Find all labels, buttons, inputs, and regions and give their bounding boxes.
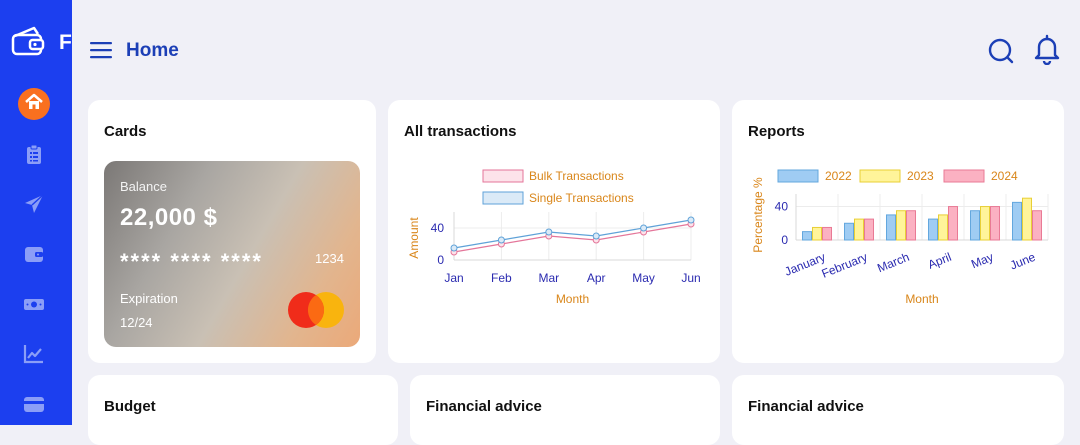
x-tick-label: Feb [491,271,512,285]
bar [844,222,854,241]
y-axis-label: Percentage % [751,177,765,253]
reports-panel: Reports 2022 2023 2024 0 40 January February Ma… [732,100,1064,363]
x-tick-label: June [1008,250,1038,273]
x-tick-label: March [875,250,911,275]
y-tick-label: 0 [437,253,444,267]
transactions-line-chart: Bulk Transactions Single Transactions 0 40 J… [407,169,701,306]
x-axis-label: Month [556,292,589,306]
budget-panel: Budget [88,375,398,445]
sidebar-item-send[interactable] [22,192,46,216]
x-tick-label: May [969,250,995,271]
sidebar-item-money[interactable] [22,292,46,316]
bar [896,210,906,241]
home-icon [24,92,44,117]
clipboard-icon [27,144,41,164]
cards-title: Cards [104,123,147,140]
money-icon [24,299,44,310]
sidebar-item-cards[interactable] [22,392,46,416]
data-point [640,224,648,232]
wallet-icon [25,247,43,262]
search-icon[interactable] [987,37,1015,70]
data-point [545,228,553,236]
legend-label: 2022 [825,169,852,183]
y-axis-label: Amount [407,217,421,259]
bar [822,226,832,241]
page-title: Home [126,40,179,61]
sidebar-item-analytics[interactable] [22,342,46,366]
data-point [450,244,458,252]
bar [802,231,812,241]
financial-advice-panel-1: Financial advice [410,375,720,445]
balance-value: 22,000 $ [120,204,218,231]
sidebar: F [0,0,72,425]
transactions-panel: All transactions Bulk Transactions Single… [388,100,720,363]
bar [906,210,916,241]
bar [886,214,896,241]
bar [928,218,938,241]
x-tick-label: Apr [587,271,606,285]
trend-chart-icon [23,345,43,364]
bank-card[interactable]: Balance 22,000 $ **** **** **** 1234 Exp… [104,161,360,347]
data-point [687,216,695,224]
y-tick-label: 0 [781,233,788,247]
hamburger-menu-icon[interactable] [90,41,112,64]
bar [980,206,990,241]
data-point [592,232,600,240]
financial-advice-panel-2: Financial advice [732,375,1064,445]
credit-card-icon [24,397,44,412]
series-line [453,219,692,249]
y-tick-label: 40 [431,221,445,235]
brand-name: F [59,31,72,54]
sidebar-item-home[interactable] [18,88,50,120]
data-point [497,236,505,244]
x-tick-label: January [783,250,828,279]
masked-card-number: **** **** **** [120,249,263,274]
bar [1022,197,1032,241]
bar [854,218,864,241]
financial-advice-title: Financial advice [426,398,542,415]
x-tick-label: Jun [681,271,700,285]
reports-bar-chart: 2022 2023 2024 0 40 JanuaryFebruary March April… [751,169,1049,306]
y-tick-label: 40 [775,200,789,214]
financial-advice-title: Financial advice [748,398,864,415]
cards-panel: Cards Balance 22,000 $ **** **** **** 12… [88,100,376,363]
bar [938,214,948,241]
mastercard-logo-icon [287,291,345,334]
x-tick-label: Jan [444,271,463,285]
sidebar-item-wallet[interactable] [22,242,46,266]
x-tick-label: Mar [538,271,559,285]
bar [990,206,1000,241]
legend-label: 2024 [991,169,1018,183]
legend-swatch [482,191,524,205]
wallet-icon [10,24,46,63]
legend-label: Bulk Transactions [529,169,624,183]
legend-label: 2023 [907,169,934,183]
x-tick-label: April [926,250,954,272]
bar [812,226,822,241]
legend-swatch [943,169,985,183]
bar [1012,201,1022,241]
bar [1032,210,1042,241]
expiration-value: 12/24 [120,315,153,330]
x-axis-label: Month [905,292,938,306]
sidebar-item-clipboard[interactable] [22,143,46,167]
balance-label: Balance [120,179,167,194]
budget-title: Budget [104,398,156,415]
expiration-label: Expiration [120,291,178,306]
legend-swatch [859,169,901,183]
bar [948,206,958,241]
bar [864,218,874,241]
bell-icon[interactable] [1033,33,1061,70]
bar [970,210,980,241]
card-last-digits: 1234 [315,251,344,266]
legend-label: Single Transactions [529,191,634,205]
paper-plane-icon [25,194,44,213]
legend-swatch [777,169,819,183]
x-tick-label: May [632,271,655,285]
x-tick-label: February [820,250,870,281]
legend-swatch [482,169,524,183]
